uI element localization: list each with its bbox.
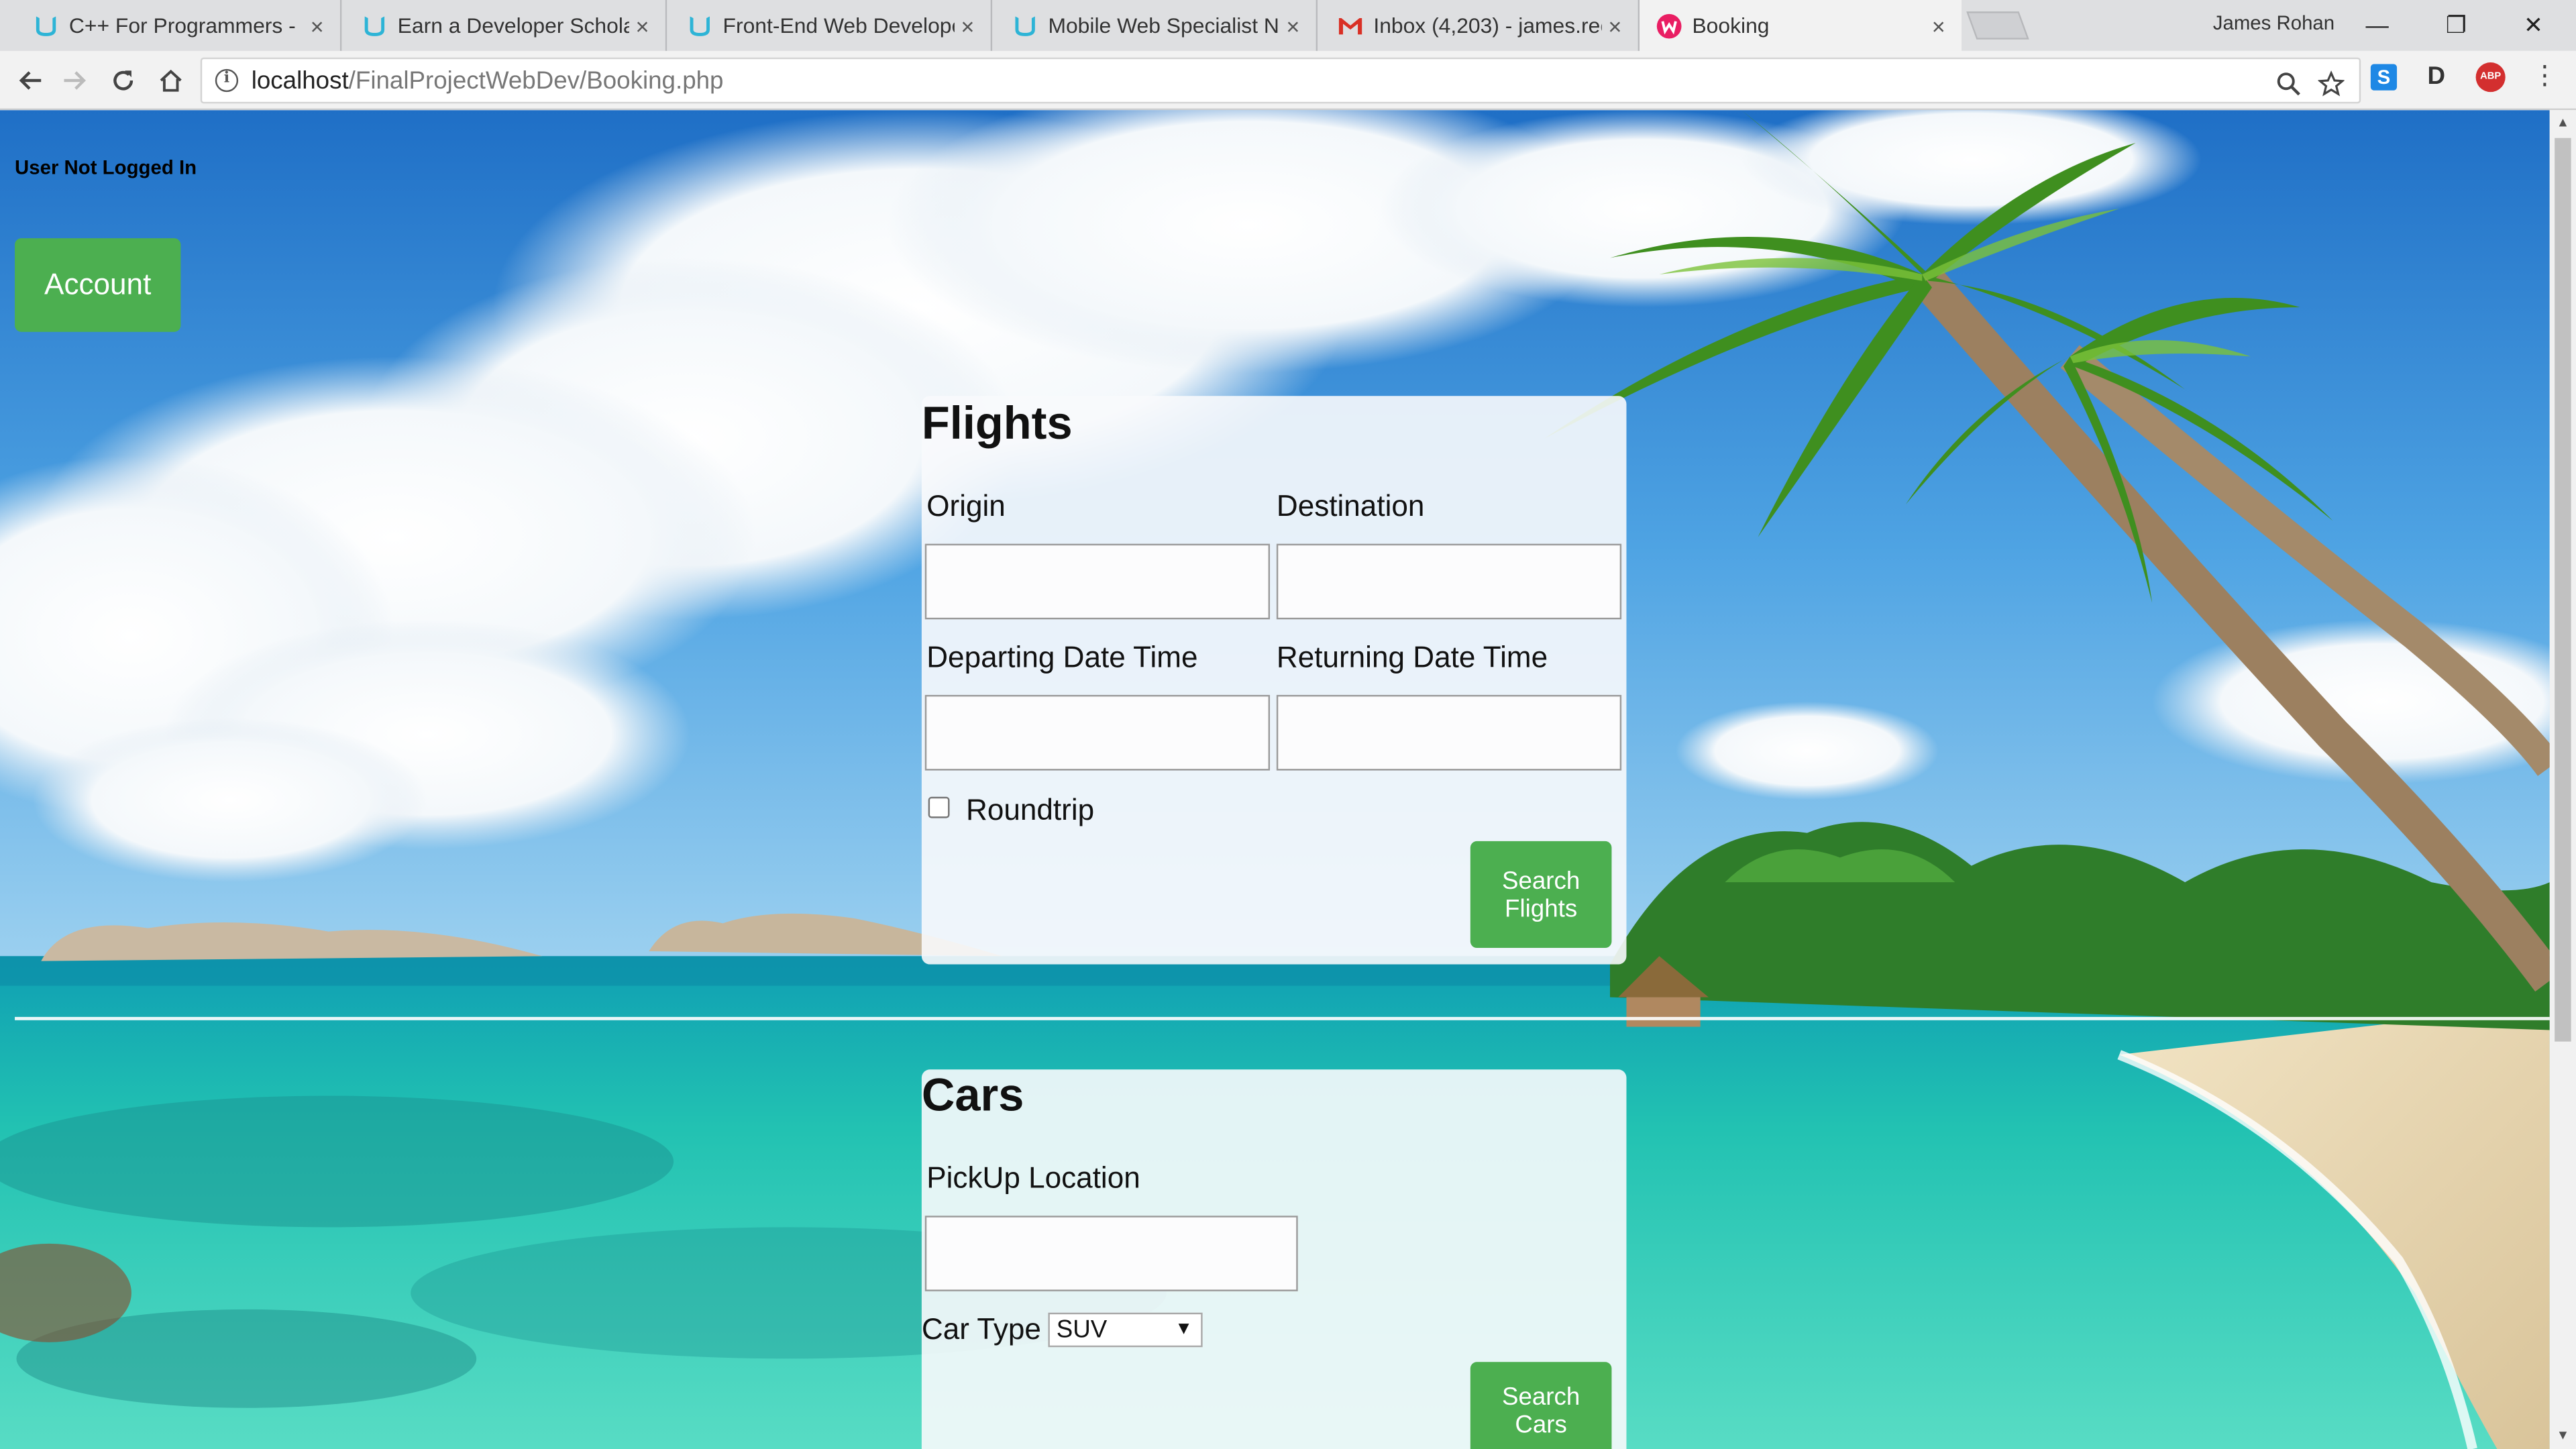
departing-label: Departing Date Time [926,641,1198,674]
close-icon[interactable]: × [1602,12,1628,38]
back-button[interactable] [11,62,48,99]
reload-icon [113,70,133,91]
adblock-icon[interactable]: ABP [2475,62,2506,93]
login-status-text: User Not Logged In [15,156,197,179]
close-icon[interactable]: × [1925,12,1951,38]
cars-panel: Cars PickUp Location Car Type SUV ▼ Sear… [921,1069,1627,1449]
url-host: localhost [251,66,349,95]
tab-title: Inbox (4,203) - james.rec [1373,13,1602,38]
origin-label: Origin [926,489,1006,523]
tab-title: Mobile Web Specialist N [1048,13,1279,38]
booking-site-icon [1656,12,1682,38]
tab-cpp[interactable]: C++ For Programmers - × [0,0,342,51]
search-flights-label-2: Flights [1505,894,1578,923]
close-window-button[interactable]: ✕ [2509,7,2558,43]
close-icon[interactable]: × [955,12,981,38]
tab-frontend[interactable]: Front-End Web Develope × [667,0,993,51]
tab-title: C++ For Programmers - [68,13,296,38]
home-button[interactable] [153,62,189,99]
car-type-selected: SUV [1056,1316,1108,1344]
roundtrip-label: Roundtrip [966,793,1095,826]
section-divider [15,1016,2550,1020]
search-cars-label-2: Cars [1515,1411,1567,1440]
account-button[interactable]: Account [15,238,181,332]
search-flights-label-1: Search [1501,866,1580,895]
new-tab-button[interactable] [1966,11,2029,40]
back-arrow-icon [19,71,42,90]
tab-title: Booking [1692,13,1770,38]
udacity-icon [362,12,388,38]
destination-label: Destination [1276,489,1425,523]
forward-button[interactable] [58,62,94,99]
extension-d-icon[interactable]: D [2422,62,2451,92]
address-bar[interactable]: i localhost/FinalProjectWebDev/Booking.p… [200,57,2361,104]
returning-datetime-input[interactable] [1276,694,1622,771]
bookmark-star-icon[interactable] [2316,69,2346,99]
page-viewport: ▲ ▼ User Not Logged In Account Flights O… [0,110,2576,1449]
destination-input[interactable] [1276,543,1622,620]
home-icon [160,69,182,92]
cars-heading: Cars [921,1069,1024,1121]
url-path: /FinalProjectWebDev/Booking.php [348,66,724,95]
info-icon[interactable]: i [215,68,239,93]
search-cars-label-1: Search [1501,1383,1580,1411]
pickup-label: PickUp Location [926,1161,1140,1195]
scroll-down-icon[interactable]: ▼ [2550,1423,2576,1449]
flights-panel: Flights Origin Destination Departing Dat… [921,396,1627,965]
tab-gmail[interactable]: Inbox (4,203) - james.rec × [1318,0,1640,51]
browser-toolbar: i localhost/FinalProjectWebDev/Booking.p… [0,50,2576,111]
departing-datetime-input[interactable] [924,694,1271,771]
car-type-label: Car Type [921,1312,1041,1346]
close-icon[interactable]: × [1280,12,1306,38]
zoom-icon[interactable] [2273,69,2303,99]
scroll-up-icon[interactable]: ▲ [2550,110,2576,136]
flights-heading: Flights [921,397,1073,449]
reload-button[interactable] [105,62,142,99]
profile-name[interactable]: James Rohan [2213,11,2334,34]
forward-arrow-icon [64,71,87,90]
menu-dots-icon[interactable]: ⋮ [2530,62,2559,92]
page-scrollbar[interactable]: ▲ ▼ [2549,110,2576,1449]
dropdown-arrow-icon: ▼ [1175,1319,1193,1339]
search-flights-button[interactable]: Search Flights [1470,841,1612,949]
udacity-icon [1012,12,1038,38]
restore-button[interactable]: ❐ [2431,7,2480,43]
pickup-location-input[interactable] [924,1216,1298,1291]
minimize-button[interactable]: — [2353,7,2402,43]
tab-mobile-web[interactable]: Mobile Web Specialist N × [992,0,1318,51]
tab-booking[interactable]: Booking × [1640,0,1962,51]
tab-title: Earn a Developer Scholar [397,13,629,38]
returning-label: Returning Date Time [1276,641,1548,674]
tab-strip: C++ For Programmers - × Earn a Developer… [0,0,2576,51]
extension-s-icon[interactable]: S [2369,62,2398,92]
close-icon[interactable]: × [304,12,330,38]
scrollbar-thumb[interactable] [2555,138,2571,1042]
udacity-icon [687,12,713,38]
gmail-icon [1337,12,1363,38]
search-cars-button[interactable]: Search Cars [1470,1362,1612,1449]
tab-scholarship[interactable]: Earn a Developer Scholar × [341,0,667,51]
roundtrip-checkbox[interactable] [928,796,950,818]
origin-input[interactable] [924,543,1271,620]
tab-title: Front-End Web Develope [722,13,955,38]
udacity-icon [33,12,59,38]
close-icon[interactable]: × [629,12,655,38]
car-type-select[interactable]: SUV ▼ [1048,1312,1203,1348]
